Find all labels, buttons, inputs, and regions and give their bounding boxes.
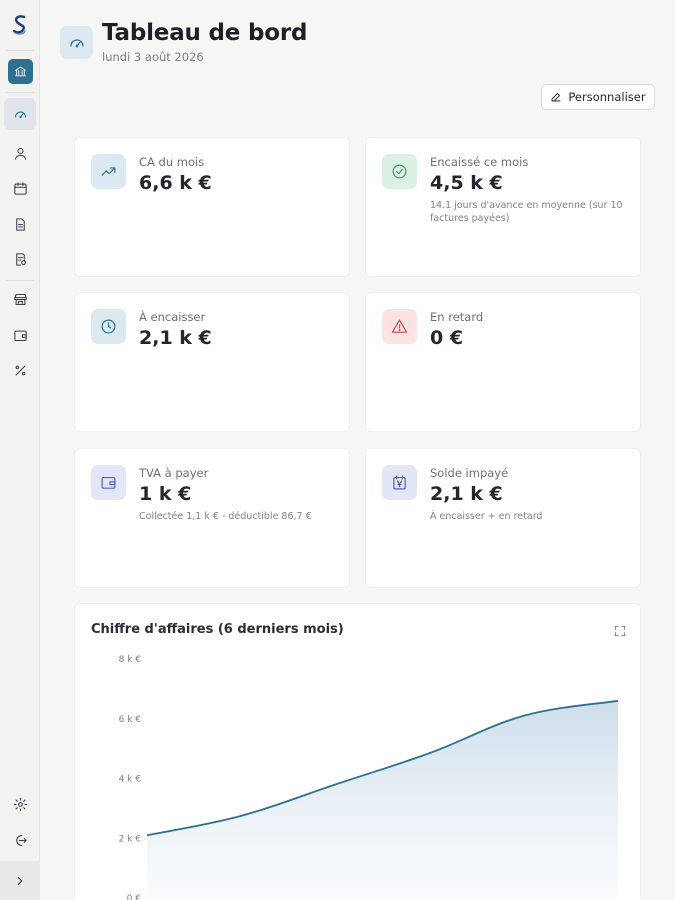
card-icon-bg <box>382 309 417 344</box>
dashboard-icon <box>69 38 84 47</box>
y-tick-label: 6 k € <box>119 715 142 725</box>
revenue-chart-card: Chiffre d'affaires (6 derniers mois) 0 €… <box>74 603 641 900</box>
card-value: 0 € <box>430 327 464 349</box>
invoice-settings-icon <box>15 252 26 266</box>
stat-card-collected[interactable]: Encaissé ce mois 4,5 k € 14.1 jours d'av… <box>365 137 641 277</box>
wallet-icon <box>101 476 116 489</box>
sidebar-item-settings[interactable] <box>4 788 36 820</box>
card-icon-bg <box>91 309 126 344</box>
stat-card-unpaid-balance[interactable]: Solde impayé 2,1 k € À encaisser + en re… <box>365 448 641 588</box>
card-icon-bg <box>382 465 417 500</box>
sidebar-item-documents[interactable] <box>4 208 36 240</box>
page-title: Tableau de bord <box>102 20 308 46</box>
card-label: Solde impayé <box>430 466 509 480</box>
calendar-icon <box>13 181 27 195</box>
card-value: 2,1 k € <box>430 483 503 505</box>
wallet-icon <box>13 330 27 341</box>
sidebar-item-wallet[interactable] <box>4 319 36 351</box>
sidebar-divider <box>6 92 34 93</box>
stat-card-vat[interactable]: TVA à payer 1 k € Collectée 1,1 k € - dé… <box>74 448 350 588</box>
app-logo[interactable] <box>0 10 40 40</box>
card-label: À encaisser <box>139 310 206 324</box>
page-date: lundi 3 août 2026 <box>102 50 204 64</box>
card-value: 4,5 k € <box>430 172 503 194</box>
stat-card-overdue[interactable]: En retard 0 € <box>365 292 641 432</box>
sidebar-expand-button[interactable] <box>0 861 40 900</box>
sidebar-item-clients[interactable] <box>4 137 36 169</box>
y-tick-label: 4 k € <box>119 775 142 785</box>
customize-button-label: Personnaliser <box>568 90 646 104</box>
sidebar-divider <box>6 280 34 281</box>
card-icon-bg <box>91 154 126 189</box>
store-icon <box>13 293 27 305</box>
percent-icon <box>15 365 25 375</box>
sidebar-item-dashboard[interactable] <box>4 98 36 130</box>
sidebar-item-calendar[interactable] <box>4 172 36 204</box>
revenue-chart: 0 € 2 k € 4 k € 6 k € 8 k € <box>119 655 619 900</box>
chart-area <box>147 700 618 898</box>
card-value: 2,1 k € <box>139 327 212 349</box>
page-icon <box>60 26 93 59</box>
dashboard-icon <box>14 111 26 118</box>
sidebar-item-logout[interactable] <box>4 824 36 856</box>
yen-calendar-icon <box>393 475 406 490</box>
y-tick-label: 0 € <box>127 894 142 900</box>
sidebar-item-bank[interactable] <box>8 59 33 84</box>
pencil-icon <box>551 93 561 102</box>
gear-icon <box>13 797 27 811</box>
chart-title: Chiffre d'affaires (6 derniers mois) <box>91 622 344 637</box>
card-note: À encaisser + en retard <box>430 511 543 522</box>
check-circle-icon <box>392 164 407 179</box>
card-label: TVA à payer <box>139 466 209 480</box>
card-value: 1 k € <box>139 483 192 505</box>
bank-icon <box>15 66 26 77</box>
card-icon-bg <box>91 465 126 500</box>
card-note: Collectée 1,1 k € - déductible 86,7 € <box>139 511 312 522</box>
document-icon <box>15 217 25 231</box>
sidebar-item-invoices[interactable] <box>4 243 36 275</box>
stat-card-revenue[interactable]: CA du mois 6,6 k € <box>74 137 350 277</box>
chevron-right-icon <box>17 876 23 885</box>
warning-icon <box>391 319 408 333</box>
sidebar-item-store[interactable] <box>4 283 36 315</box>
card-value: 6,6 k € <box>139 172 212 194</box>
y-tick-label: 2 k € <box>119 834 142 844</box>
card-note: 14.1 jours d'avance en moyenne (sur 10 f… <box>430 200 623 224</box>
card-icon-bg <box>382 154 417 189</box>
stat-card-to-collect[interactable]: À encaisser 2,1 k € <box>74 292 350 432</box>
user-icon <box>14 147 26 160</box>
expand-icon <box>614 625 626 637</box>
card-label: En retard <box>430 310 484 324</box>
customize-button[interactable]: Personnaliser <box>541 84 655 110</box>
card-label: CA du mois <box>139 155 205 169</box>
card-label: Encaissé ce mois <box>430 155 529 169</box>
sidebar <box>0 0 40 900</box>
y-tick-label: 8 k € <box>119 655 142 665</box>
sidebar-item-taxes[interactable] <box>4 354 36 386</box>
logout-icon <box>15 834 27 846</box>
trend-up-icon <box>101 167 116 176</box>
expand-button[interactable] <box>613 623 627 637</box>
sidebar-divider <box>6 50 34 51</box>
clock-icon <box>101 319 116 334</box>
